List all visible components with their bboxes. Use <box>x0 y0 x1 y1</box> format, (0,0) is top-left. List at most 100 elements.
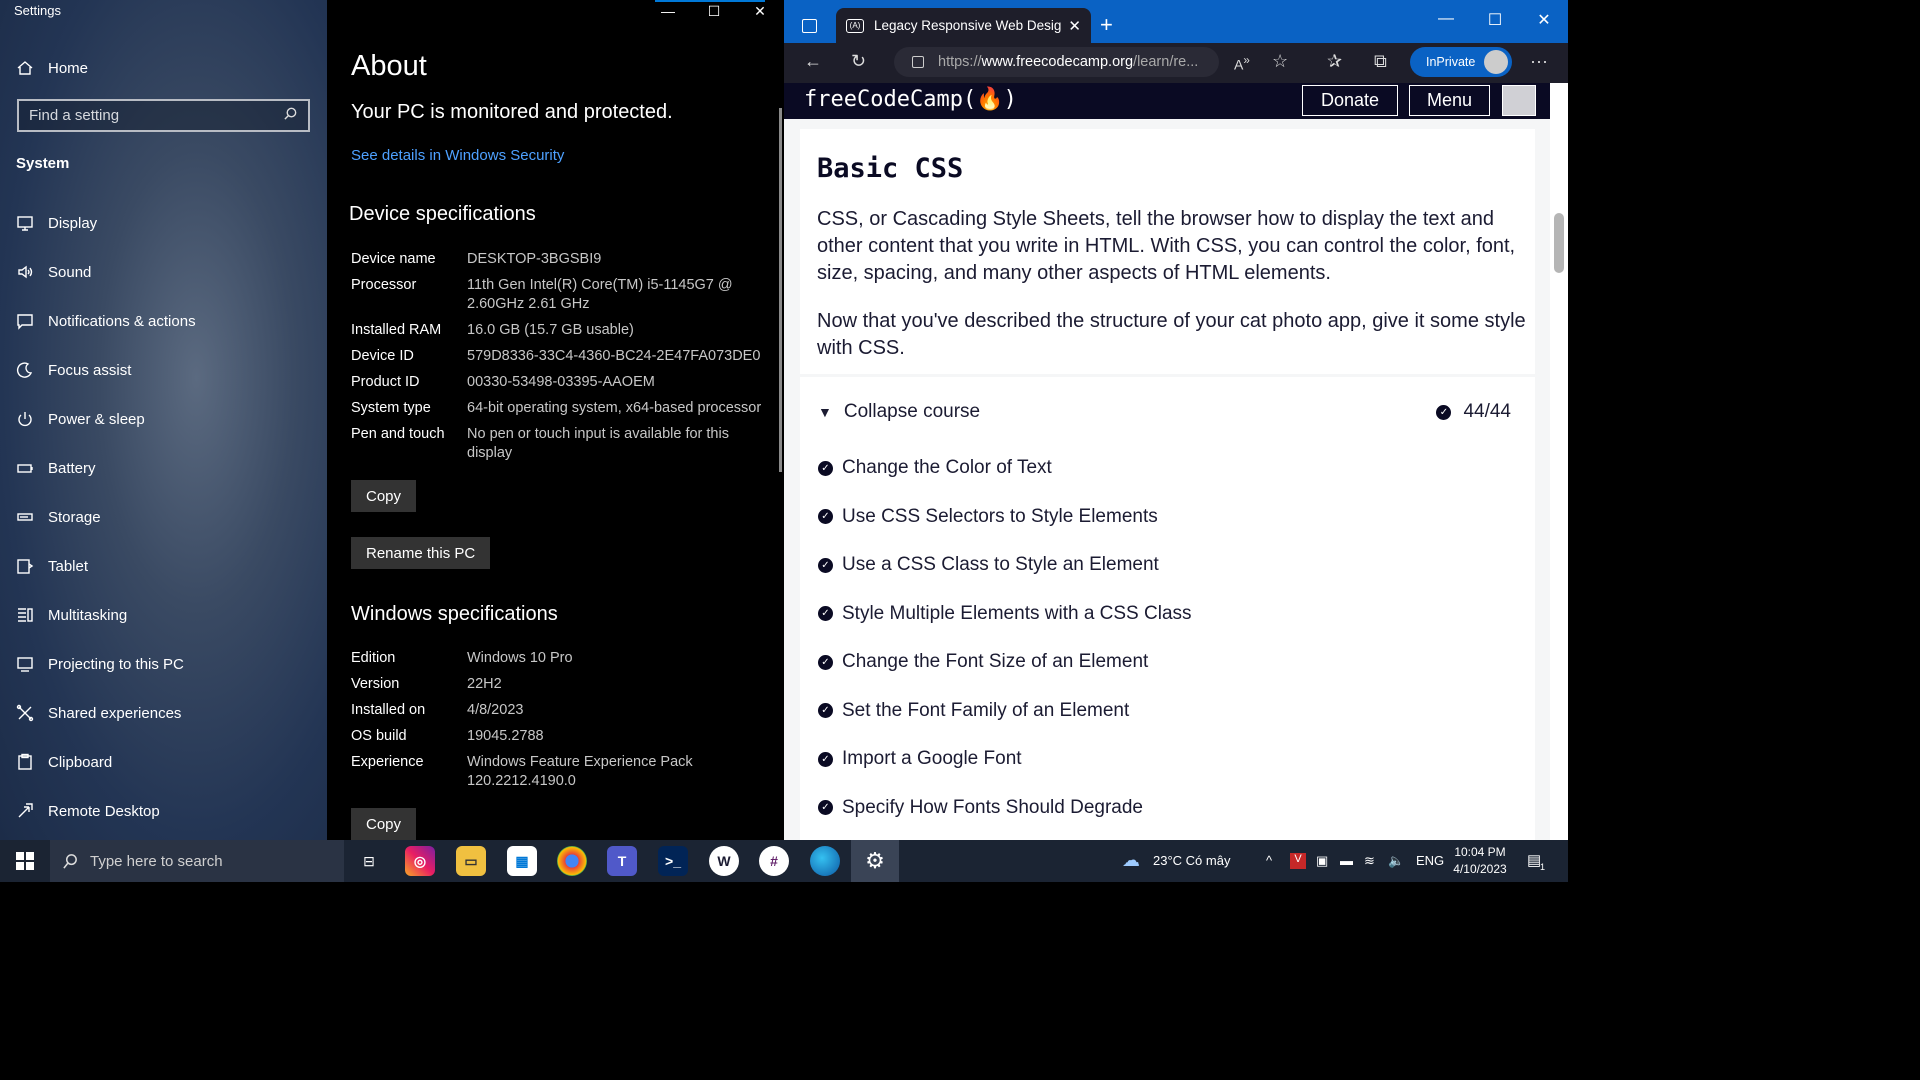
lesson-title: Use CSS Selectors to Style Elements <box>842 505 1158 527</box>
weather-text[interactable]: 23°C Có mây <box>1153 853 1230 868</box>
read-aloud-icon[interactable]: A» <box>1234 54 1250 73</box>
volume-icon[interactable]: 🔈 <box>1388 853 1404 869</box>
settings-search-box[interactable] <box>17 99 310 132</box>
battery-tray-icon[interactable]: ▬ <box>1340 853 1353 868</box>
close-tab-icon[interactable]: ✕ <box>1068 17 1081 35</box>
instagram-icon[interactable]: ◎ <box>405 846 435 876</box>
scrollbar[interactable] <box>779 108 782 472</box>
inprivate-badge[interactable]: InPrivate <box>1410 47 1512 77</box>
browser-minimize-button[interactable]: — <box>1431 10 1461 28</box>
task-view-icon[interactable]: ⊟ <box>354 846 384 876</box>
sidebar-item-battery[interactable]: Battery <box>16 453 96 483</box>
language-indicator[interactable]: ENG <box>1416 853 1444 868</box>
back-icon[interactable]: ← <box>804 51 822 72</box>
collapse-course-button[interactable]: ▼ Collapse course <box>818 401 980 423</box>
profile-avatar[interactable] <box>1484 50 1508 74</box>
vivaldi-tray-icon[interactable]: V <box>1290 853 1306 869</box>
check-icon: ✓ <box>818 654 833 670</box>
spec-value: 22H2 <box>467 676 502 692</box>
about-panel: — ☐ ✕ About Your PC is monitored and pro… <box>327 0 784 840</box>
meet-icon[interactable]: ▣ <box>1316 853 1328 869</box>
fcc-logo[interactable]: freeCodeCamp(🔥) <box>804 87 1017 112</box>
cloud-icon[interactable]: ☁ <box>1122 850 1140 871</box>
copy-windows-specs-button[interactable]: Copy <box>351 808 417 840</box>
progress-count: ✓ 44/44 <box>1436 401 1511 423</box>
search-icon[interactable] <box>283 106 298 126</box>
rename-pc-button[interactable]: Rename this PC <box>351 537 491 569</box>
sidebar-item-focus-assist[interactable]: Focus assist <box>16 355 131 385</box>
app-w-icon[interactable]: W <box>709 846 739 876</box>
spec-key: Product ID <box>351 374 420 390</box>
windows-start-icon[interactable] <box>16 852 34 870</box>
sidebar-item-notifications-actions[interactable]: Notifications & actions <box>16 306 196 336</box>
lesson-item[interactable]: ✓ Import a Google Font <box>818 748 1022 770</box>
security-link[interactable]: See details in Windows Security <box>351 147 564 164</box>
more-options-icon[interactable]: ··· <box>1530 51 1548 72</box>
clipboard-icon <box>16 753 34 771</box>
show-hidden-icons-icon[interactable]: ^ <box>1266 853 1272 868</box>
add-favorite-icon[interactable]: ☆ <box>1272 51 1288 72</box>
user-avatar[interactable] <box>1502 85 1536 116</box>
browser-tab[interactable]: (A) Legacy Responsive Web Design C ✕ <box>836 8 1091 43</box>
browser-close-button[interactable]: ✕ <box>1529 10 1559 30</box>
taskbar-search[interactable]: Type here to search <box>50 840 344 882</box>
lesson-item[interactable]: ✓ Use CSS Selectors to Style Elements <box>818 506 1158 528</box>
lesson-item[interactable]: ✓ Change the Font Size of an Element <box>818 651 1148 673</box>
sidebar-item-tablet[interactable]: Tablet <box>16 551 88 581</box>
sidebar-item-display[interactable]: Display <box>16 208 97 238</box>
lesson-title: Import a Google Font <box>842 748 1022 769</box>
settings-gear-icon[interactable]: ⚙ <box>860 846 890 876</box>
spec-row: Device name DESKTOP-3BGSBI9 <box>351 250 771 269</box>
lock-icon[interactable] <box>912 56 924 68</box>
wifi-icon[interactable]: ≋ <box>1364 853 1375 869</box>
page-scrollbar[interactable] <box>1550 83 1568 840</box>
refresh-icon[interactable]: ↻ <box>851 51 866 72</box>
file-explorer-icon[interactable]: ▭ <box>456 846 486 876</box>
spec-key: Pen and touch <box>351 426 445 442</box>
slack-icon[interactable]: # <box>759 846 789 876</box>
spec-key: System type <box>351 400 431 416</box>
lesson-item[interactable]: ✓ Set the Font Family of an Element <box>818 700 1129 722</box>
powershell-icon[interactable]: >_ <box>658 846 688 876</box>
tab-actions-icon[interactable] <box>802 19 817 33</box>
sidebar-item-label: Projecting to this PC <box>48 655 184 673</box>
sidebar-item-power-sleep[interactable]: Power & sleep <box>16 404 145 434</box>
sidebar-item-multitasking[interactable]: Multitasking <box>16 600 127 630</box>
microsoft-store-icon[interactable]: ▦ <box>507 846 537 876</box>
lesson-item[interactable]: ✓ Use a CSS Class to Style an Element <box>818 554 1159 576</box>
lesson-item[interactable]: ✓ Change the Color of Text <box>818 457 1052 479</box>
menu-button[interactable]: Menu <box>1409 85 1490 116</box>
chrome-icon[interactable] <box>557 846 587 876</box>
lesson-item[interactable]: ✓ Specify How Fonts Should Degrade <box>818 797 1143 819</box>
sidebar-item-home[interactable]: Home <box>16 53 88 83</box>
browser-titlebar: (A) Legacy Responsive Web Design C ✕ + —… <box>784 0 1568 43</box>
close-button[interactable]: ✕ <box>737 0 783 22</box>
copy-device-specs-button[interactable]: Copy <box>351 480 417 512</box>
sidebar-item-label: Sound <box>48 263 92 281</box>
search-input[interactable] <box>29 107 283 124</box>
lesson-item[interactable]: ✓ Style Multiple Elements with a CSS Clas… <box>818 603 1192 625</box>
sidebar-item-sound[interactable]: Sound <box>16 257 91 287</box>
sidebar-item-storage[interactable]: Storage <box>16 502 101 532</box>
donate-button[interactable]: Donate <box>1302 85 1398 116</box>
edge-icon[interactable] <box>810 846 840 876</box>
favorites-icon[interactable]: ✰ <box>1327 51 1342 72</box>
teams-icon[interactable]: T <box>607 846 637 876</box>
sidebar-item-shared-experiences[interactable]: Shared experiences <box>16 698 181 728</box>
minimize-button[interactable]: — <box>645 0 691 22</box>
maximize-button[interactable]: ☐ <box>691 0 737 22</box>
sidebar-item-label: Battery <box>48 459 96 477</box>
page-content: Basic CSS CSS, or Cascading Style Sheets… <box>784 119 1550 840</box>
new-tab-icon[interactable]: + <box>1100 12 1113 38</box>
scrollbar-thumb[interactable] <box>1554 213 1564 273</box>
spec-key: Processor <box>351 277 417 293</box>
address-bar[interactable]: https://www.freecodecamp.org/learn/re... <box>894 47 1219 77</box>
collections-icon[interactable]: ⧉ <box>1374 51 1387 72</box>
power-icon <box>16 410 34 428</box>
sidebar-item-clipboard[interactable]: Clipboard <box>16 747 112 777</box>
sidebar-item-projecting-to-this-pc[interactable]: Projecting to this PC <box>16 649 184 679</box>
clock[interactable]: 10:04 PM 4/10/2023 <box>1444 844 1516 878</box>
sidebar-item-remote-desktop[interactable]: Remote Desktop <box>16 796 160 826</box>
spec-value: 00330-53498-03395-AAOEM <box>467 374 655 390</box>
browser-maximize-button[interactable]: ☐ <box>1480 10 1510 30</box>
